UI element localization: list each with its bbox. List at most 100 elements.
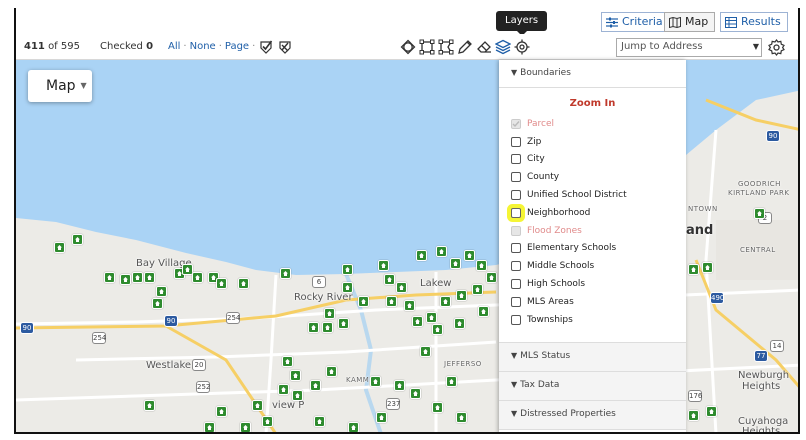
checkbox[interactable] [511,243,521,254]
listing-marker[interactable] [192,272,203,283]
checkbox[interactable] [511,296,521,307]
listing-marker[interactable] [252,400,263,411]
listing-marker[interactable] [454,318,465,329]
listing-marker[interactable] [754,208,765,219]
listing-marker[interactable] [472,284,483,295]
layer-option-mls-areas[interactable]: MLS Areas [499,293,686,311]
listing-marker[interactable] [688,410,699,421]
listing-marker[interactable] [216,278,227,289]
listing-marker[interactable] [358,296,369,307]
checkbox[interactable] [511,172,521,183]
listing-marker[interactable] [324,308,335,319]
listing-marker[interactable] [384,274,395,285]
listing-marker[interactable] [322,322,333,333]
listing-marker[interactable] [204,422,215,432]
select-none-link[interactable]: None [190,41,216,52]
listing-marker[interactable] [450,258,461,269]
distressed-properties-section-header[interactable]: ▼ Distressed Properties [499,401,686,430]
listing-marker[interactable] [436,246,447,257]
polygon-tool-icon[interactable] [438,39,454,55]
listing-marker[interactable] [478,306,489,317]
listing-marker[interactable] [456,412,467,423]
listing-marker[interactable] [416,250,427,261]
listing-marker[interactable] [72,234,83,245]
listing-marker[interactable] [420,346,431,357]
listing-marker[interactable] [120,274,131,285]
layer-option-county[interactable]: County [499,168,686,186]
checkbox[interactable] [511,190,521,201]
listing-marker[interactable] [706,406,717,417]
listing-marker[interactable] [314,416,325,427]
select-all-link[interactable]: All [168,41,180,52]
listing-marker[interactable] [262,416,273,427]
eraser-tool-icon[interactable] [476,39,492,55]
listing-marker[interactable] [132,272,143,283]
listing-marker[interactable] [280,268,291,279]
layer-option-elementary-schools[interactable]: Elementary Schools [499,240,686,258]
pencil-tool-icon[interactable] [457,39,473,55]
listing-marker[interactable] [326,366,337,377]
listing-marker[interactable] [396,282,407,293]
criteria-button[interactable]: Criteria [601,12,670,32]
mls-status-section-header[interactable]: ▼ MLS Status [499,343,686,372]
locate-icon[interactable] [514,39,530,55]
listing-marker[interactable] [702,262,713,273]
listing-marker[interactable] [310,380,321,391]
listing-marker[interactable] [394,380,405,391]
listing-marker[interactable] [486,272,497,283]
listing-marker[interactable] [386,296,397,307]
listing-marker[interactable] [688,264,699,275]
listing-marker[interactable] [54,242,65,253]
listing-marker[interactable] [144,272,155,283]
listing-marker[interactable] [370,376,381,387]
checkbox[interactable] [511,279,521,290]
listing-marker[interactable] [308,322,319,333]
listing-marker[interactable] [156,286,167,297]
checkbox[interactable] [511,154,521,165]
check-shield-icon[interactable] [259,40,273,54]
listing-marker[interactable] [464,250,475,261]
layer-option-neighborhood[interactable]: Neighborhood [499,204,686,222]
listing-marker[interactable] [238,278,249,289]
map-button[interactable]: Map [664,12,716,32]
layer-option-middle-schools[interactable]: Middle Schools [499,257,686,275]
listing-marker[interactable] [376,412,387,423]
boundaries-section-header[interactable]: ▼ Boundaries [499,60,686,88]
checkbox[interactable] [511,314,521,325]
listing-marker[interactable] [240,422,251,432]
map-type-control[interactable]: Map ▼ [28,70,92,102]
listing-marker[interactable] [292,390,303,401]
checkbox[interactable] [511,207,521,218]
layer-option-townships[interactable]: Townships [499,311,686,329]
checkbox[interactable] [511,136,521,147]
listing-marker[interactable] [440,296,451,307]
layer-option-high-schools[interactable]: High Schools [499,275,686,293]
select-page-link[interactable]: Page [225,41,249,52]
listing-marker[interactable] [404,300,415,311]
listing-marker[interactable] [342,282,353,293]
listing-marker[interactable] [410,388,421,399]
layer-option-zip[interactable]: Zip [499,133,686,151]
listing-marker[interactable] [104,272,115,283]
listing-marker[interactable] [446,376,457,387]
layer-option-city[interactable]: City [499,151,686,169]
listing-marker[interactable] [456,290,467,301]
layers-icon[interactable] [495,39,511,55]
uncheck-shield-icon[interactable] [278,40,292,54]
listing-marker[interactable] [282,356,293,367]
square-tool-icon[interactable] [419,39,435,55]
listing-marker[interactable] [342,264,353,275]
listing-marker[interactable] [348,422,359,432]
listing-marker[interactable] [290,370,301,381]
listing-marker[interactable] [144,400,155,411]
listing-marker[interactable] [278,384,289,395]
gear-icon[interactable] [768,39,785,56]
jump-to-address-select[interactable]: Jump to Address ▼ [616,38,762,57]
listing-marker[interactable] [216,406,227,417]
layer-option-unified-school-district[interactable]: Unified School District [499,186,686,204]
listing-marker[interactable] [338,318,349,329]
checkbox[interactable] [511,261,521,272]
listing-marker[interactable] [432,324,443,335]
circle-tool-icon[interactable] [400,39,416,55]
listing-marker[interactable] [426,312,437,323]
